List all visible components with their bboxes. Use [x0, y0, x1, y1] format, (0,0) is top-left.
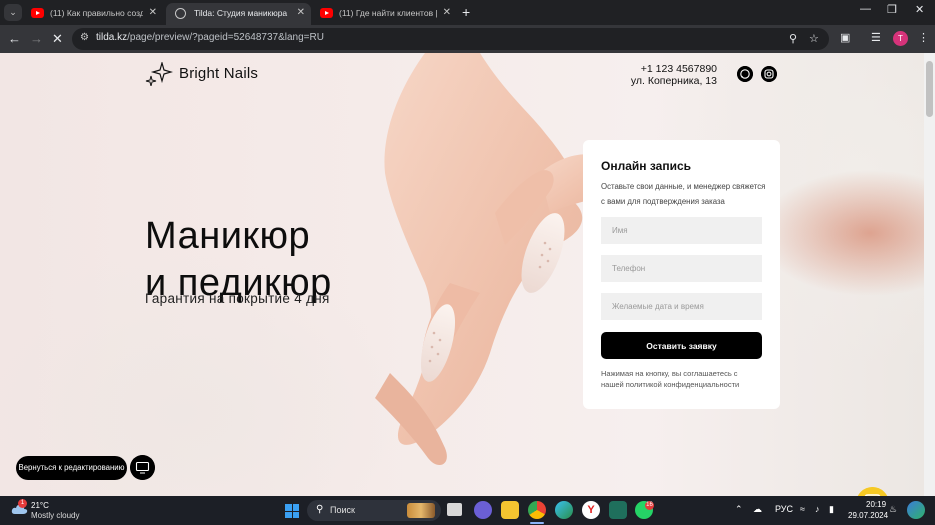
phone-number[interactable]: +1 123 4567890: [631, 63, 717, 75]
address-bar[interactable]: ⚙ tilda.kz/page/preview/?pageid=52648737…: [72, 28, 829, 50]
address: ул. Коперника, 13: [630, 75, 717, 87]
tab-tilda[interactable]: Tilda: Студия маникюра ✕: [166, 3, 311, 25]
search-label: Поиск: [330, 505, 355, 515]
chrome-icon[interactable]: [528, 501, 546, 519]
clock-time[interactable]: 20:19: [866, 500, 886, 509]
form-description: Оставьте свои данные, и менеджер свяжетс…: [601, 182, 766, 206]
tab-youtube-2[interactable]: (11) Где найти клиентов | Фри ✕: [311, 3, 457, 25]
yandex-browser-icon[interactable]: Y: [582, 501, 600, 519]
scrollbar-thumb[interactable]: [926, 61, 933, 117]
tab-title: (11) Где найти клиентов | Фри: [339, 8, 437, 18]
booking-form-card: Онлайн запись Оставьте свои данные, и ме…: [583, 140, 780, 409]
forward-icon[interactable]: →: [30, 31, 43, 47]
submit-request-button[interactable]: Оставить заявку: [601, 332, 762, 359]
minimize-icon[interactable]: —: [860, 3, 871, 15]
back-to-editing-button[interactable]: Вернуться к редактированию: [16, 456, 127, 480]
instagram-icon[interactable]: [761, 66, 777, 82]
search-highlight-image: [407, 503, 435, 518]
close-icon[interactable]: ✕: [149, 3, 157, 23]
menu-dots-icon[interactable]: ⋮: [918, 31, 929, 44]
privacy-note: Нажимая на кнопку, вы соглашаетесь с наш…: [601, 369, 740, 389]
windows-start-icon[interactable]: [285, 504, 299, 518]
site-logo[interactable]: Bright Nails: [179, 65, 258, 82]
clock-date[interactable]: 29.07.2024: [848, 511, 888, 520]
name-input[interactable]: [601, 217, 762, 244]
youtube-icon: [320, 8, 333, 18]
stop-icon[interactable]: ✕: [52, 31, 63, 47]
window-close-icon[interactable]: ✕: [915, 3, 924, 16]
url-path: /page/preview/?pageid=52648737&lang=RU: [127, 32, 324, 43]
site-info-icon[interactable]: ⚙: [80, 32, 92, 45]
browser-toolbar: ← → ✕ ⚙ tilda.kz/page/preview/?pageid=52…: [0, 25, 935, 53]
task-view-icon[interactable]: [447, 503, 462, 516]
chat-widget-button[interactable]: [856, 487, 889, 496]
whatsapp-icon[interactable]: [737, 66, 753, 82]
profile-avatar[interactable]: T: [893, 31, 908, 46]
tray-chevron-up-icon[interactable]: ⌃: [735, 504, 743, 515]
notification-bell-icon[interactable]: ♨: [889, 504, 897, 515]
battery-icon[interactable]: ▮: [829, 504, 834, 515]
onedrive-icon[interactable]: ☁: [753, 504, 762, 515]
extensions-icon[interactable]: ▣: [840, 31, 850, 44]
url-host: tilda.kz: [96, 32, 128, 43]
chrome-running-indicator: [530, 522, 544, 524]
tab-strip: ⌄ (11) Как правильно создать ав ✕ Tilda:…: [0, 0, 935, 25]
page-scrollbar[interactable]: [924, 53, 935, 496]
language-indicator[interactable]: РУС: [775, 504, 793, 514]
url-text[interactable]: tilda.kz/page/preview/?pageid=52648737&l…: [96, 32, 324, 43]
temperature[interactable]: 21°C: [31, 501, 49, 510]
page-viewport: Bright Nails +1 123 4567890 ул. Коперник…: [0, 53, 924, 496]
tab-title: Tilda: Студия маникюра: [194, 8, 288, 18]
tab-search-button[interactable]: ⌄: [4, 4, 22, 21]
close-icon[interactable]: ✕: [297, 3, 305, 23]
phone-input[interactable]: [601, 255, 762, 282]
sparkle-logo-icon: [145, 62, 173, 86]
maximize-icon[interactable]: ❐: [887, 3, 897, 16]
weather-description[interactable]: Mostly cloudy: [31, 511, 79, 520]
close-icon[interactable]: ✕: [443, 3, 451, 23]
zoom-icon[interactable]: ⚲: [789, 32, 797, 45]
back-icon[interactable]: ←: [8, 31, 21, 47]
search-icon: ⚲: [316, 504, 324, 515]
taskbar-search[interactable]: ⚲ Поиск: [307, 500, 441, 521]
chevron-down-icon: ⌄: [9, 7, 17, 17]
media-controls-icon[interactable]: ☰: [871, 31, 881, 44]
tab-title: (11) Как правильно создать ав: [50, 8, 143, 18]
tab-youtube-1[interactable]: (11) Как правильно создать ав ✕: [22, 3, 163, 25]
file-explorer-icon[interactable]: [501, 501, 519, 519]
weather-badge: 1: [18, 499, 27, 508]
app-icon[interactable]: [609, 501, 627, 519]
meet-icon[interactable]: [474, 501, 492, 519]
hero-subtitle: Гарантия на покрытие 4 дня: [145, 291, 330, 306]
edge-icon[interactable]: [555, 501, 573, 519]
tilda-icon: [175, 8, 186, 19]
volume-icon[interactable]: ♪: [815, 504, 820, 514]
form-title: Онлайн запись: [601, 159, 691, 173]
datetime-input[interactable]: [601, 293, 762, 320]
preview-device-button[interactable]: [130, 455, 155, 480]
new-tab-button[interactable]: +: [462, 4, 470, 21]
youtube-icon: [31, 8, 44, 18]
bookmark-star-icon[interactable]: ☆: [809, 32, 819, 45]
windows-taskbar: 1 21°C Mostly cloudy ⚲ Поиск Y 16 ⌃ ☁ РУ…: [0, 496, 935, 525]
whatsapp-badge: 16: [645, 501, 654, 510]
hero-title-line-1: Маникюр: [145, 215, 311, 258]
copilot-icon[interactable]: [907, 501, 925, 519]
contact-info: +1 123 4567890 ул. Коперника, 13: [631, 63, 717, 87]
wifi-icon[interactable]: ≈: [800, 504, 805, 514]
